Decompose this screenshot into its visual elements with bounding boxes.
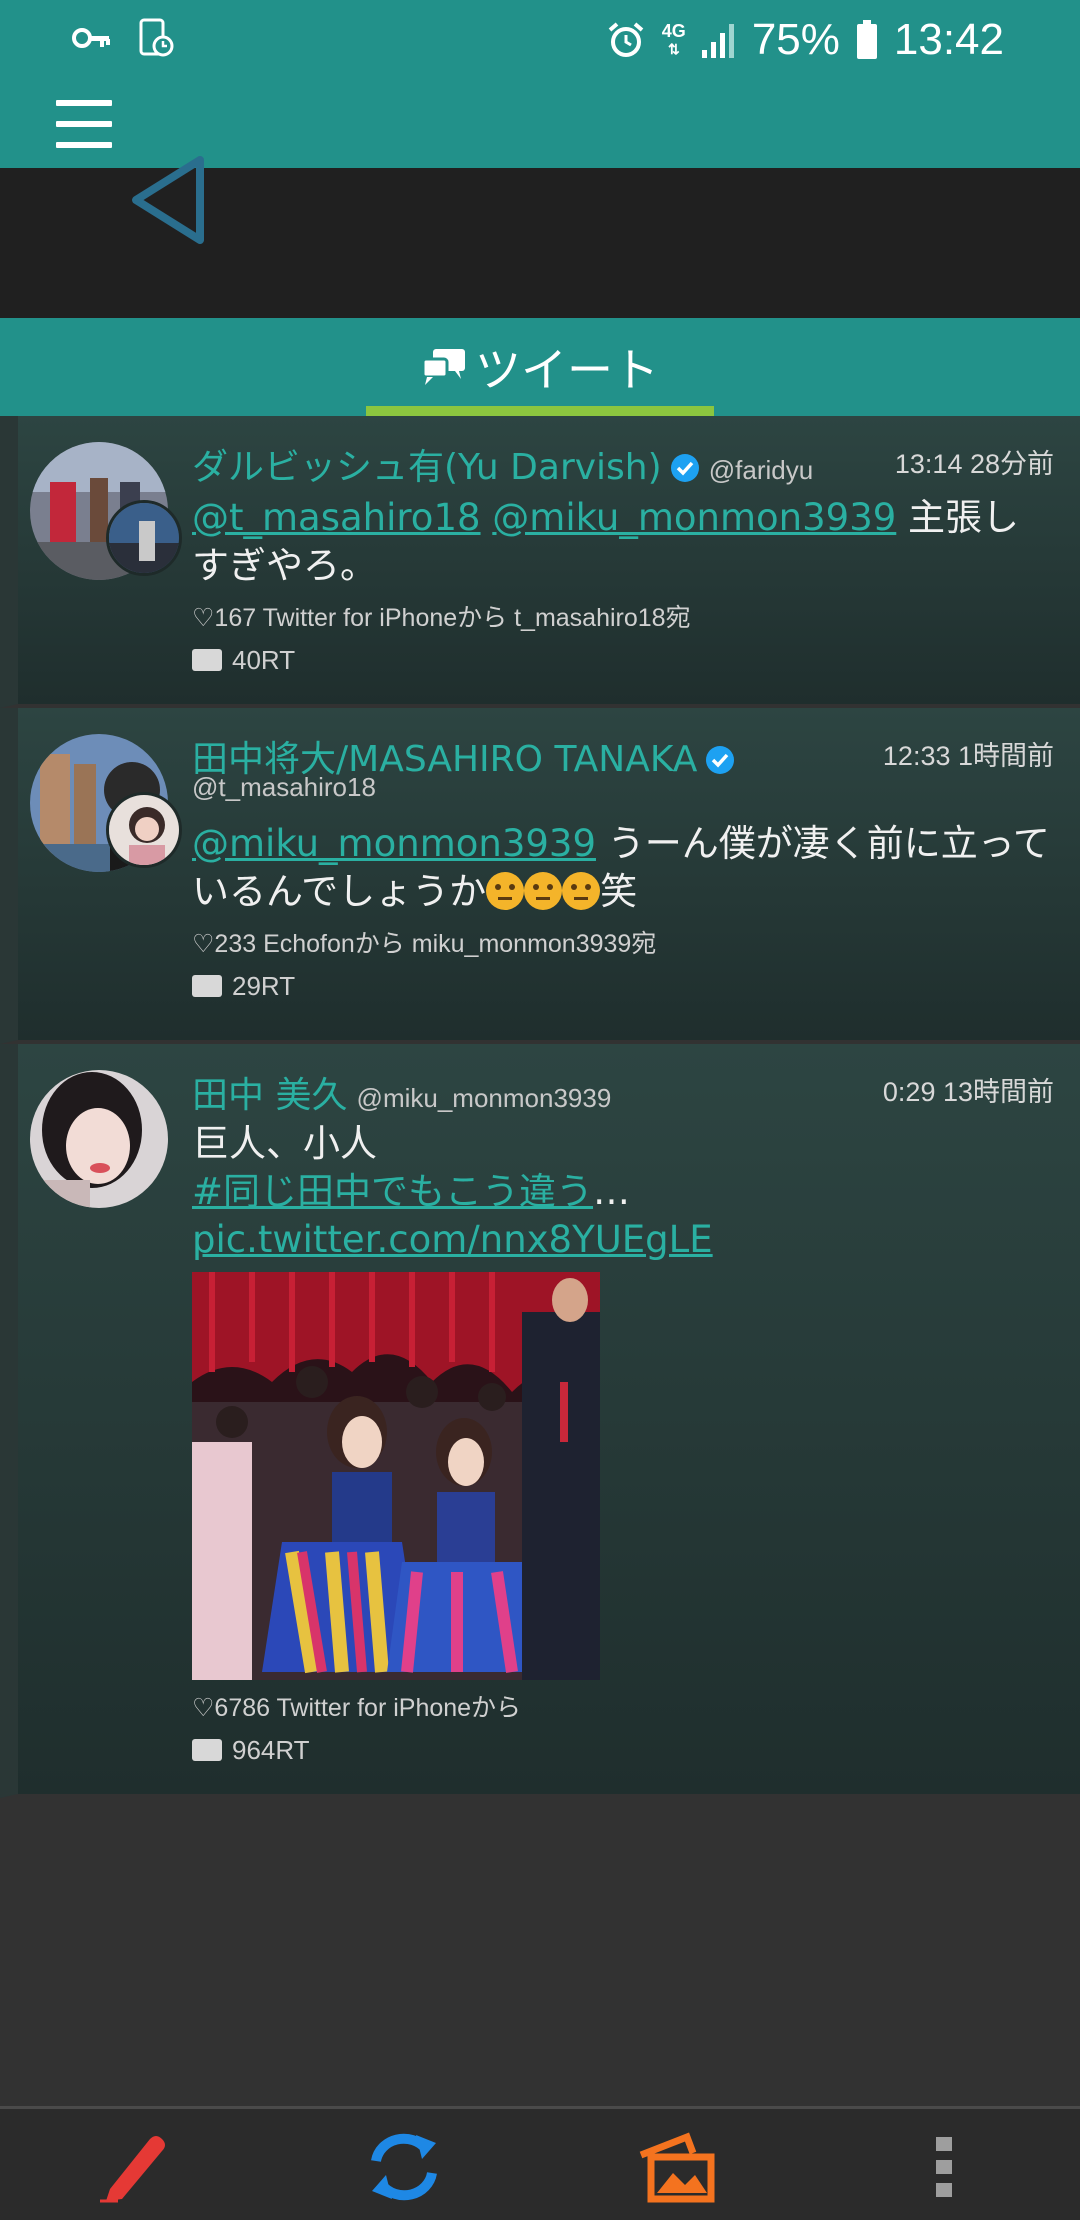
retweet-icon xyxy=(192,649,222,671)
network-type: 4G ⇅ xyxy=(661,21,686,57)
tweet-meta: ♡6786 Twitter for iPhoneから xyxy=(192,1694,522,1722)
mention-link[interactable]: @miku_monmon3939 xyxy=(192,822,596,865)
tweet-photo[interactable] xyxy=(192,1272,600,1680)
gallery-button[interactable] xyxy=(636,2127,716,2207)
mention-link[interactable]: @t_masahiro18 xyxy=(192,496,481,539)
pic-link[interactable]: pic.twitter.com/nnx8YUEgLE xyxy=(192,1218,713,1261)
tweet-meta: ♡167 Twitter for iPhoneから t_masahiro18宛 xyxy=(192,604,691,632)
more-vertical-icon xyxy=(936,2137,952,2197)
avatar-secondary xyxy=(106,500,182,576)
menu-line xyxy=(56,100,112,106)
author-name[interactable]: 田中将大/MASAHIRO TANAKA xyxy=(192,739,697,780)
refresh-button[interactable] xyxy=(364,2127,444,2207)
retweet-icon xyxy=(192,975,222,997)
tab-indicator xyxy=(366,406,714,416)
battery-percent: 75% xyxy=(751,15,840,64)
phone-time-icon xyxy=(139,18,174,57)
tweet-text: @t_masahiro18 @miku_monmon3939 主張しすぎやろ。 xyxy=(192,494,1054,590)
tab-tweets[interactable]: ツイート xyxy=(366,318,714,416)
retweet-count: 40RT xyxy=(192,638,1054,682)
menu-line xyxy=(56,142,112,148)
tweet-text-suffix: 笑 xyxy=(600,870,638,913)
tab-label: ツイート xyxy=(475,343,659,397)
retweet-count: 29RT xyxy=(192,964,1054,1008)
retweet-count-text: 29RT xyxy=(232,970,296,1001)
menu-line xyxy=(56,121,112,127)
verified-badge-icon xyxy=(706,746,735,774)
retweet-icon xyxy=(192,1739,222,1761)
back-arrow-icon[interactable] xyxy=(126,152,210,248)
tweet-text: 巨人、小人 #同じ田中でもこう違う… pic.twitter.com/nnx8Y… xyxy=(192,1120,1054,1264)
tweet[interactable]: ダルビッシュ有(Yu Darvish) @faridyu 13:14 28分前 … xyxy=(0,416,1080,708)
refresh-icon xyxy=(371,2133,437,2201)
verified-badge-icon xyxy=(670,454,699,482)
author-name[interactable]: 田中 美久 xyxy=(192,1075,347,1116)
avatar-secondary xyxy=(106,792,182,868)
alarm-icon xyxy=(608,22,644,57)
battery-icon xyxy=(856,20,877,59)
tweet-time: 13:14 28分前 xyxy=(894,449,1054,479)
tab-bar: ツイート xyxy=(0,318,1080,416)
bottom-toolbar xyxy=(0,2106,1080,2220)
tweet[interactable]: 田中 美久 @miku_monmon3939 0:29 13時間前 巨人、小人 … xyxy=(0,1044,1080,1798)
retweet-count: 964RT xyxy=(192,1728,1054,1772)
screen-name[interactable]: @miku_monmon3939 xyxy=(357,1083,612,1113)
more-button[interactable] xyxy=(904,2127,984,2207)
mention-link[interactable]: @miku_monmon3939 xyxy=(492,496,896,539)
tweet-text-body: 巨人、小人 xyxy=(192,1122,377,1165)
thinking-face-emoji-icon xyxy=(486,872,525,910)
tweet-text: @miku_monmon3939 うーん僕が凄く前に立っているんでしょうか笑 xyxy=(192,820,1054,916)
key-icon xyxy=(72,28,110,48)
hashtag-link[interactable]: #同じ田中でもこう違う xyxy=(192,1170,593,1213)
thinking-face-emoji-icon xyxy=(524,872,563,910)
signal-icon xyxy=(701,24,734,58)
tweet-time: 0:29 13時間前 xyxy=(882,1077,1054,1107)
compose-icon xyxy=(100,2136,165,2203)
chat-bubbles-icon xyxy=(421,349,465,385)
gallery-icon xyxy=(639,2132,715,2203)
status-bar: 4G ⇅ 75% 13:42 xyxy=(0,0,1080,80)
screen-name[interactable]: @faridyu xyxy=(709,455,813,485)
clock: 13:42 xyxy=(893,15,1004,64)
timeline[interactable]: ダルビッシュ有(Yu Darvish) @faridyu 13:14 28分前 … xyxy=(0,416,1080,1798)
avatar[interactable] xyxy=(30,1070,168,1208)
ellipsis: … xyxy=(593,1170,631,1213)
compose-button[interactable] xyxy=(96,2127,176,2207)
tweet-time: 12:33 1時間前 xyxy=(882,741,1054,771)
retweet-count-text: 40RT xyxy=(232,644,296,675)
menu-button[interactable] xyxy=(54,98,114,150)
retweet-count-text: 964RT xyxy=(232,1734,310,1765)
tweet-meta: ♡233 Echofonから miku_monmon3939宛 xyxy=(192,930,657,958)
tweet[interactable]: 田中将大/MASAHIRO TANAKA 12:33 1時間前 @t_masah… xyxy=(0,708,1080,1044)
author-name[interactable]: ダルビッシュ有(Yu Darvish) xyxy=(192,447,662,488)
thinking-face-emoji-icon xyxy=(562,872,601,910)
